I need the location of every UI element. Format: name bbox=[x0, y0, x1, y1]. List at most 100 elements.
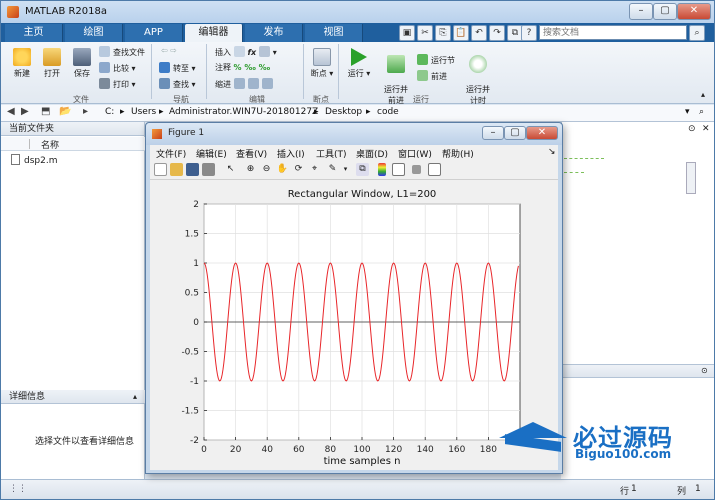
breadcrumb-code[interactable]: code bbox=[377, 107, 399, 117]
goto-button[interactable]: 转至 ▾ bbox=[159, 62, 196, 74]
tab-publish[interactable]: 发布 bbox=[245, 24, 303, 42]
menu-help[interactable]: 帮助(H) bbox=[442, 147, 474, 160]
back-forward-buttons[interactable]: ⇦ ⇨ bbox=[161, 46, 177, 55]
list-item[interactable]: dsp2.m bbox=[11, 154, 57, 166]
run-advance-icon bbox=[387, 55, 405, 73]
matlab-main-window: MATLAB R2018a – ▢ ✕ 主页 绘图 APP 编辑器 发布 视图 … bbox=[0, 0, 715, 500]
menu-edit[interactable]: 编辑(E) bbox=[196, 147, 227, 160]
x-tick-label: 100 bbox=[353, 445, 370, 455]
menu-tools[interactable]: 工具(T) bbox=[316, 147, 347, 160]
breakpoints-group-label: 断点 bbox=[313, 95, 329, 104]
open-button[interactable]: 打开 bbox=[39, 48, 65, 79]
tab-plots[interactable]: 绘图 bbox=[65, 24, 123, 42]
new-figure-icon[interactable] bbox=[154, 163, 167, 176]
print-button[interactable]: 打印 ▾ bbox=[99, 78, 136, 90]
find-button[interactable]: 查找 ▾ bbox=[159, 78, 196, 90]
run-icon bbox=[351, 48, 367, 66]
breakpoints-button[interactable]: 断点 ▾ bbox=[308, 48, 336, 79]
window-title: MATLAB R2018a bbox=[25, 6, 108, 17]
panel-menu-icon[interactable]: ⊙ bbox=[688, 124, 696, 134]
workspace-menu-icon[interactable]: ⊙ bbox=[701, 366, 708, 375]
open-file-icon[interactable] bbox=[170, 163, 183, 176]
back-arrow-icon[interactable]: ◀ bbox=[7, 106, 15, 117]
minimize-button[interactable]: – bbox=[629, 3, 653, 20]
y-tick-label: -1 bbox=[190, 377, 199, 387]
find-files-button[interactable]: 查找文件 bbox=[99, 46, 145, 58]
tab-home[interactable]: 主页 bbox=[5, 24, 63, 42]
breadcrumb-user[interactable]: Administrator.WIN7U-20180127Z bbox=[169, 107, 318, 117]
hide-tools-icon[interactable] bbox=[412, 165, 421, 174]
breadcrumb-desktop[interactable]: Desktop bbox=[325, 107, 362, 117]
breadcrumb-users[interactable]: Users bbox=[131, 107, 156, 117]
ribbon-collapse-icon[interactable]: ▴ bbox=[701, 90, 705, 99]
menu-insert[interactable]: 插入(I) bbox=[277, 147, 305, 160]
colorbar-icon[interactable] bbox=[378, 163, 386, 176]
data-cursor-icon[interactable]: ⌖ bbox=[308, 163, 321, 176]
search-icon[interactable]: ⌕ bbox=[689, 25, 705, 41]
menu-view[interactable]: 查看(V) bbox=[236, 147, 267, 160]
paste-quick-icon[interactable]: 📋 bbox=[453, 25, 469, 41]
col-value: 1 bbox=[695, 484, 701, 494]
menu-overflow-icon[interactable]: ↘ bbox=[548, 147, 556, 157]
workspace-panel-header: ⊙ bbox=[561, 364, 714, 378]
goto-icon bbox=[159, 62, 170, 73]
close-button[interactable]: ✕ bbox=[677, 3, 711, 20]
vertical-scrollbar[interactable] bbox=[686, 162, 696, 194]
details-panel-title: 详细信息 bbox=[1, 390, 145, 404]
x-tick-label: 180 bbox=[480, 445, 497, 455]
show-tools-icon[interactable] bbox=[428, 163, 441, 176]
run-section-button[interactable]: 运行节 bbox=[417, 54, 455, 66]
pan-icon[interactable]: ✋ bbox=[276, 163, 289, 176]
redo-quick-icon[interactable]: ↷ bbox=[489, 25, 505, 41]
rotate-3d-icon[interactable]: ⟳ bbox=[292, 163, 305, 176]
copy-quick-icon[interactable]: ⎘ bbox=[435, 25, 451, 41]
panel-close-icon[interactable]: ✕ bbox=[702, 124, 710, 134]
brush-dropdown-icon[interactable]: ▾ bbox=[339, 163, 352, 176]
new-button[interactable]: 新建 bbox=[9, 48, 35, 79]
tab-editor[interactable]: 编辑器 bbox=[185, 24, 243, 42]
run-and-time-button[interactable]: 运行并 计时 bbox=[461, 46, 495, 106]
details-collapse-icon[interactable]: ▴ bbox=[133, 392, 137, 401]
forward-arrow-icon[interactable]: ▶ bbox=[21, 106, 29, 117]
insert-button[interactable]: 插入 fx ▾ bbox=[215, 46, 277, 58]
sort-name-column[interactable]: 名称 bbox=[41, 138, 59, 151]
zoom-in-icon[interactable]: ⊕ bbox=[244, 163, 257, 176]
help-quick-icon[interactable]: ? bbox=[521, 25, 537, 41]
print-figure-icon[interactable] bbox=[202, 163, 215, 176]
brush-icon[interactable]: ✎ bbox=[326, 163, 339, 176]
undo-quick-icon[interactable]: ↶ bbox=[471, 25, 487, 41]
figure-close-button[interactable]: ✕ bbox=[526, 126, 558, 140]
indent-button[interactable]: 缩进 bbox=[215, 78, 276, 90]
save-figure-icon[interactable] bbox=[186, 163, 199, 176]
line-plot: 0 20 40 60 80 100 120 140 160 180 -2 -1.5 -1 -0.5 0 0.5… bbox=[181, 189, 521, 467]
run-button[interactable]: 运行 ▾ bbox=[344, 48, 374, 79]
advance-button[interactable]: 前进 bbox=[417, 70, 447, 82]
menu-window[interactable]: 窗口(W) bbox=[398, 147, 432, 160]
up-folder-icon[interactable]: ⬒ bbox=[41, 106, 50, 117]
breadcrumb-drive[interactable]: C: bbox=[105, 107, 114, 117]
save-button[interactable]: 保存 bbox=[69, 48, 95, 79]
x-tick-label: 160 bbox=[448, 445, 465, 455]
figure-minimize-button[interactable]: – bbox=[482, 126, 504, 140]
tab-apps[interactable]: APP bbox=[125, 24, 183, 42]
legend-icon[interactable] bbox=[392, 163, 405, 176]
menu-file[interactable]: 文件(F) bbox=[156, 147, 186, 160]
path-search-icon[interactable]: ⌕ bbox=[699, 107, 704, 117]
path-dropdown-icon[interactable]: ▾ bbox=[685, 107, 690, 117]
tab-view[interactable]: 视图 bbox=[305, 24, 363, 42]
comment-button[interactable]: 注释 % ‰ ‰ bbox=[215, 62, 270, 73]
figure-maximize-button[interactable]: ▢ bbox=[504, 126, 526, 140]
menu-desktop[interactable]: 桌面(D) bbox=[356, 147, 388, 160]
search-input[interactable] bbox=[539, 25, 687, 40]
link-plot-icon[interactable]: ⧉ bbox=[356, 163, 369, 176]
x-tick-label: 120 bbox=[385, 445, 402, 455]
compare-button[interactable]: 比较 ▾ bbox=[99, 62, 136, 74]
zoom-out-icon[interactable]: ⊖ bbox=[260, 163, 273, 176]
row-value: 1 bbox=[631, 484, 637, 494]
browse-folder-icon[interactable]: 📂 bbox=[59, 106, 71, 117]
save-quick-icon[interactable]: ▣ bbox=[399, 25, 415, 41]
cut-quick-icon[interactable]: ✂ bbox=[417, 25, 433, 41]
maximize-button[interactable]: ▢ bbox=[653, 3, 677, 20]
run-time-icon bbox=[469, 55, 487, 73]
edit-plot-icon[interactable]: ↖ bbox=[224, 163, 237, 176]
